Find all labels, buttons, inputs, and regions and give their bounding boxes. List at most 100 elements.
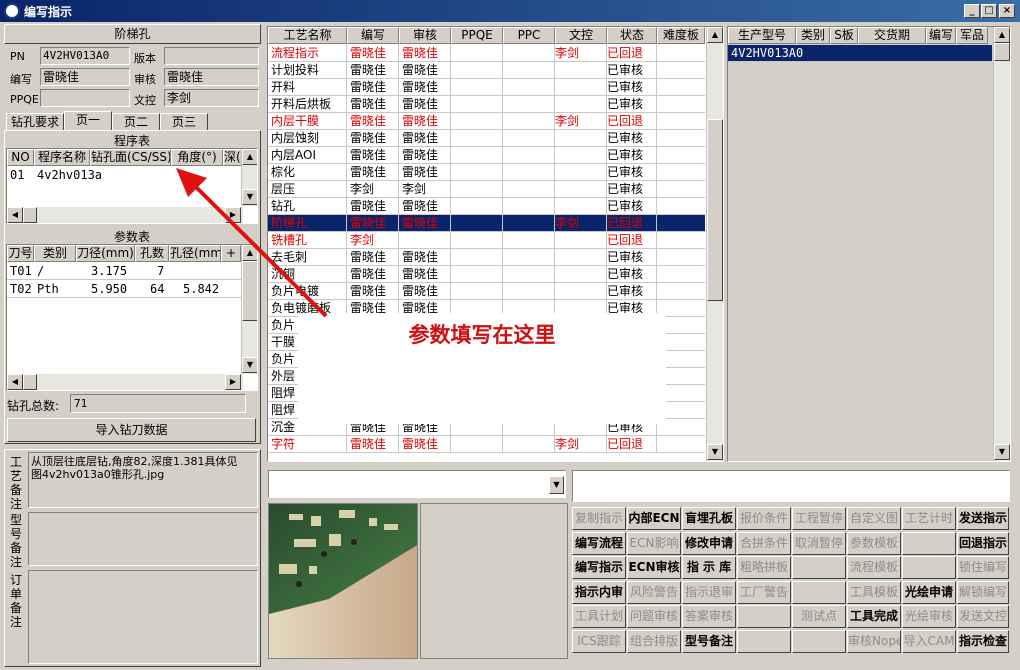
total-field[interactable]: 71 — [70, 394, 246, 413]
image-select[interactable]: ▼ — [268, 470, 566, 498]
scroll-thumb[interactable] — [707, 119, 723, 301]
scroll-down-icon[interactable]: ▼ — [707, 444, 723, 460]
action-button[interactable]: 参数模板 — [847, 531, 901, 555]
process-row[interactable]: 内层干膜 雷晓佳 雷晓佳 李剑 已回退 — [268, 113, 705, 130]
param-col-tool[interactable]: 刀号 — [7, 245, 34, 262]
action-button[interactable]: 取消暂停 — [792, 531, 846, 555]
product-col-header[interactable]: 交货期 — [858, 27, 926, 44]
action-button[interactable]: ECN影响 — [627, 531, 681, 555]
process-col-header[interactable]: 文控 — [555, 27, 607, 44]
program-col-no[interactable]: NO — [7, 149, 34, 166]
close-button[interactable]: × — [999, 4, 1015, 18]
action-button[interactable]: 内部ECN — [627, 507, 681, 530]
action-button[interactable]: 指示退审 — [682, 580, 736, 604]
action-button[interactable]: 工具模板 — [847, 580, 901, 604]
program-col-name[interactable]: 程序名称 — [34, 149, 90, 166]
process-row[interactable]: 负片电镀 雷晓佳 雷晓佳 已审核 — [268, 283, 705, 300]
action-button[interactable]: 发送文控 — [957, 605, 1009, 628]
process-col-header[interactable]: 工艺名称 — [268, 27, 347, 44]
process-row[interactable]: 流程指示 雷晓佳 雷晓佳 李剑 已回退 — [268, 45, 705, 62]
action-button[interactable]: 型号备注 — [682, 629, 736, 653]
action-button[interactable]: 工程暂停 — [792, 507, 846, 530]
scroll-up-icon[interactable]: ▲ — [242, 245, 257, 261]
process-row[interactable]: 计划投料 雷晓佳 雷晓佳 已审核 — [268, 62, 705, 79]
param-row[interactable]: T02 Pth 5.950 64 5.842 — [7, 281, 241, 298]
action-button[interactable]: 发送指示 — [957, 507, 1009, 530]
product-col-header[interactable]: 编写 — [926, 27, 956, 44]
scroll-right-icon[interactable]: ▶ — [225, 207, 241, 223]
process-row[interactable]: 铣槽孔 李剑 已回退 — [268, 232, 705, 249]
review-field[interactable]: 雷晓佳 — [164, 68, 259, 86]
scroll-thumb[interactable] — [23, 374, 37, 390]
action-button[interactable]: 编写指示 — [572, 556, 626, 579]
param-col-add[interactable]: + — [221, 245, 241, 262]
product-col-header[interactable]: 军品 — [956, 27, 988, 44]
scroll-thumb[interactable] — [23, 207, 37, 223]
chevron-down-icon[interactable]: ▼ — [549, 476, 564, 494]
product-row[interactable]: 4V2HV013A0 — [728, 45, 992, 62]
import-drill-button[interactable]: 导入钻刀数据 — [7, 418, 256, 442]
scroll-down-icon[interactable]: ▼ — [242, 189, 257, 205]
action-button[interactable]: 报价条件 — [737, 507, 791, 530]
action-button[interactable]: ECN审核 — [627, 556, 681, 579]
pn-field[interactable]: 4V2HV013A0 — [40, 47, 130, 65]
action-button[interactable]: 工艺计时 — [902, 507, 956, 530]
action-button[interactable]: 粗略拼板 — [737, 556, 791, 579]
action-button[interactable]: 审核Nope — [847, 629, 901, 653]
action-button[interactable]: 复制指示 — [572, 507, 626, 530]
action-button[interactable]: 工厂警告 — [737, 580, 791, 604]
param-col-type[interactable]: 类别 — [34, 245, 76, 262]
program-vscroll[interactable]: ▲ ▼ — [241, 149, 257, 206]
minimize-button[interactable]: _ — [964, 4, 980, 18]
action-button[interactable]: 光绘审核 — [902, 605, 956, 628]
scroll-up-icon[interactable]: ▲ — [994, 27, 1010, 43]
tab-drill-requirements[interactable]: 钻孔要求 — [6, 113, 64, 131]
param-hscroll[interactable]: ◀ ▶ — [7, 374, 243, 390]
program-row[interactable]: 01 4v2hv013a — [7, 167, 243, 184]
product-col-header[interactable]: 类别 — [796, 27, 830, 44]
param-col-diameter[interactable]: 刀径(mm) — [76, 245, 135, 262]
process-row[interactable]: 内层蚀刻 雷晓佳 雷晓佳 已审核 — [268, 130, 705, 147]
write-field[interactable]: 雷晓佳 — [40, 68, 130, 86]
process-row[interactable]: 层压 李剑 李剑 已审核 — [268, 181, 705, 198]
process-row[interactable]: 开料后烘板 雷晓佳 雷晓佳 已审核 — [268, 96, 705, 113]
action-button[interactable]: 解锁编写 — [957, 580, 1009, 604]
tab-page-one[interactable]: 页一 — [64, 111, 112, 131]
scroll-right-icon[interactable]: ▶ — [225, 374, 241, 390]
product-col-header[interactable]: 生产型号 — [728, 27, 796, 44]
product-col-header[interactable]: S板 — [830, 27, 858, 44]
program-col-depth[interactable]: 深(mm) — [223, 149, 243, 166]
program-col-angle[interactable]: 角度(°) — [171, 149, 223, 166]
process-row[interactable]: 字符 雷晓佳 雷晓佳 李剑 已回退 — [268, 436, 705, 453]
action-button[interactable]: 风险警告 — [627, 580, 681, 604]
tab-page-three[interactable]: 页三 — [160, 113, 208, 131]
process-row[interactable]: 去毛刺 雷晓佳 雷晓佳 已审核 — [268, 249, 705, 266]
version-field[interactable] — [164, 47, 259, 65]
action-button[interactable]: 流程模板 — [847, 556, 901, 579]
action-button[interactable]: 导入CAM — [902, 629, 956, 653]
process-col-header[interactable]: 审核 — [399, 27, 451, 44]
param-col-count[interactable]: 孔数 — [135, 245, 169, 262]
action-button[interactable]: 问题审核 — [627, 605, 681, 628]
search-input[interactable] — [572, 470, 1010, 502]
process-row[interactable]: 沉铜 雷晓佳 雷晓佳 已审核 — [268, 266, 705, 283]
scroll-down-icon[interactable]: ▼ — [242, 357, 257, 373]
process-col-header[interactable]: PPQE — [451, 27, 503, 44]
action-button[interactable]: 回退指示 — [957, 531, 1009, 555]
process-row[interactable]: 阶梯孔 雷晓佳 雷晓佳 李剑 已回退 — [268, 215, 705, 232]
process-col-header[interactable]: 编写 — [347, 27, 399, 44]
param-col-hole[interactable]: 孔径(mm) — [169, 245, 221, 262]
program-hscroll[interactable]: ◀ ▶ — [7, 207, 243, 223]
action-button[interactable]: 编写流程 — [572, 531, 626, 555]
doc-field[interactable]: 李剑 — [164, 89, 259, 107]
action-button[interactable]: 盲埋孔板 — [682, 507, 736, 530]
scroll-left-icon[interactable]: ◀ — [7, 374, 23, 390]
action-button[interactable]: 光绘申请 — [902, 580, 956, 604]
order-note-textarea[interactable] — [28, 570, 258, 664]
product-vscroll[interactable]: ▲ ▼ — [993, 27, 1010, 461]
process-vscroll[interactable]: ▲ ▼ — [706, 27, 723, 461]
param-row[interactable]: T01 / 3.175 7 — [7, 263, 241, 280]
action-button[interactable]: ICS跟踪 — [572, 629, 626, 653]
craft-note-textarea[interactable]: 从顶层往底层钻,角度82,深度1.381具体见图4v2hv013a0锥形孔.jp… — [28, 452, 258, 508]
action-button[interactable]: 工具完成 — [847, 605, 901, 628]
